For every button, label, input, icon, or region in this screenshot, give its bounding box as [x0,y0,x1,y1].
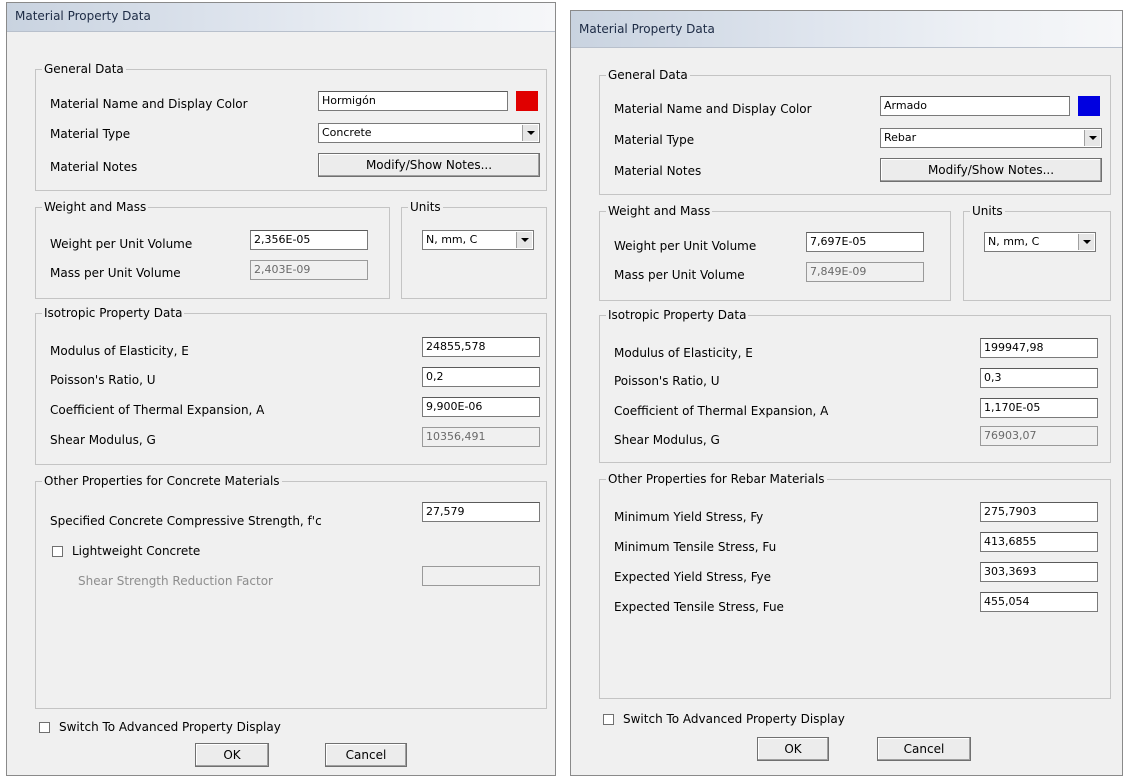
expected-yield-stress-field[interactable]: 303,3693 [980,562,1098,582]
other-properties-group: Other Properties for Rebar Materials Min… [599,472,1111,699]
weight-and-mass-group: Weight and Mass Weight per Unit Volume 7… [599,204,951,301]
general-data-heading: General Data [42,62,126,76]
lightweight-concrete-label: Lightweight Concrete [72,544,201,558]
isotropic-property-group: Isotropic Property Data Modulus of Elast… [599,308,1111,463]
material-type-label: Material Type [614,133,695,147]
expected-tensile-stress-field[interactable]: 455,054 [980,592,1098,612]
poissons-ratio-field[interactable]: 0,3 [980,368,1098,388]
material-type-label: Material Type [50,127,131,141]
display-color-swatch[interactable] [516,91,538,111]
cancel-button[interactable]: Cancel [877,737,971,761]
other-properties-group: Other Properties for Concrete Materials … [35,474,547,709]
poissons-ratio-label: Poisson's Ratio, U [614,374,720,388]
advanced-display-checkbox[interactable] [39,722,50,733]
units-group: Units N, mm, C [963,204,1111,301]
min-tensile-stress-label: Minimum Tensile Stress, Fu [614,540,777,554]
weight-per-unit-volume-label: Weight per Unit Volume [50,237,193,251]
min-tensile-stress-field[interactable]: 413,6855 [980,532,1098,552]
compressive-strength-field[interactable]: 27,579 [422,502,540,522]
weight-and-mass-heading: Weight and Mass [42,200,149,214]
weight-per-unit-volume-field[interactable]: 2,356E-05 [250,230,368,250]
units-group: Units N, mm, C [401,200,547,299]
modify-show-notes-button[interactable]: Modify/Show Notes... [318,153,540,177]
units-value: N, mm, C [426,233,478,246]
material-notes-label: Material Notes [50,160,138,174]
weight-per-unit-volume-label: Weight per Unit Volume [614,239,757,253]
shear-strength-reduction-field [422,566,540,586]
units-select[interactable]: N, mm, C [422,230,534,250]
material-name-label: Material Name and Display Color [50,97,248,111]
min-yield-stress-label: Minimum Yield Stress, Fy [614,510,764,524]
thermal-expansion-field[interactable]: 1,170E-05 [980,398,1098,418]
units-heading: Units [970,204,1005,218]
material-type-select[interactable]: Concrete [318,123,540,143]
thermal-expansion-label: Coefficient of Thermal Expansion, A [50,403,265,417]
isotropic-property-group: Isotropic Property Data Modulus of Elast… [35,306,547,465]
general-data-group: General Data Material Name and Display C… [599,68,1111,195]
material-dialog-rebar: Material Property Data General Data Mate… [570,10,1123,776]
display-color-swatch[interactable] [1078,96,1100,116]
material-type-value: Concrete [322,126,372,139]
material-type-select[interactable]: Rebar [880,128,1102,148]
ok-button[interactable]: OK [757,737,829,761]
weight-and-mass-heading: Weight and Mass [606,204,713,218]
isotropic-property-heading: Isotropic Property Data [606,308,749,322]
window-title: Material Property Data [15,9,151,23]
window-title: Material Property Data [579,22,715,36]
advanced-display-label: Switch To Advanced Property Display [623,712,845,726]
min-yield-stress-field[interactable]: 275,7903 [980,502,1098,522]
mass-per-unit-volume-label: Mass per Unit Volume [614,268,745,282]
units-heading: Units [408,200,443,214]
expected-tensile-stress-label: Expected Tensile Stress, Fue [614,600,784,614]
advanced-display-label: Switch To Advanced Property Display [59,720,281,734]
modulus-of-elasticity-label: Modulus of Elasticity, E [614,346,753,360]
shear-modulus-label: Shear Modulus, G [614,433,720,447]
chevron-down-icon[interactable] [516,232,532,248]
shear-modulus-field: 76903,07 [980,426,1098,446]
modify-show-notes-button[interactable]: Modify/Show Notes... [880,158,1102,182]
weight-and-mass-group: Weight and Mass Weight per Unit Volume 2… [35,200,390,299]
chevron-down-icon[interactable] [1078,234,1094,250]
general-data-group: General Data Material Name and Display C… [35,62,547,191]
material-name-label: Material Name and Display Color [614,102,812,116]
chevron-down-icon[interactable] [522,125,538,141]
material-type-value: Rebar [884,131,917,144]
modulus-of-elasticity-field[interactable]: 199947,98 [980,338,1098,358]
title-bar[interactable]: Material Property Data [7,3,555,32]
cancel-button[interactable]: Cancel [325,743,407,767]
modulus-of-elasticity-field[interactable]: 24855,578 [422,337,540,357]
mass-per-unit-volume-field: 7,849E-09 [806,262,924,282]
isotropic-property-heading: Isotropic Property Data [42,306,185,320]
material-name-field[interactable]: Armado [880,96,1070,116]
expected-yield-stress-label: Expected Yield Stress, Fye [614,570,771,584]
units-value: N, mm, C [988,235,1040,248]
other-properties-heading: Other Properties for Concrete Materials [42,474,282,488]
modulus-of-elasticity-label: Modulus of Elasticity, E [50,344,189,358]
lightweight-concrete-checkbox[interactable] [52,546,63,557]
material-name-field[interactable]: Hormigón [318,91,508,111]
ok-button[interactable]: OK [195,743,269,767]
units-select[interactable]: N, mm, C [984,232,1096,252]
material-notes-label: Material Notes [614,164,702,178]
advanced-display-checkbox[interactable] [603,714,614,725]
title-bar[interactable]: Material Property Data [571,11,1122,48]
thermal-expansion-label: Coefficient of Thermal Expansion, A [614,404,829,418]
mass-per-unit-volume-field: 2,403E-09 [250,260,368,280]
other-properties-heading: Other Properties for Rebar Materials [606,472,827,486]
shear-modulus-label: Shear Modulus, G [50,433,156,447]
shear-modulus-field: 10356,491 [422,427,540,447]
mass-per-unit-volume-label: Mass per Unit Volume [50,266,181,280]
poissons-ratio-field[interactable]: 0,2 [422,367,540,387]
poissons-ratio-label: Poisson's Ratio, U [50,373,156,387]
general-data-heading: General Data [606,68,690,82]
chevron-down-icon[interactable] [1084,130,1100,146]
compressive-strength-label: Specified Concrete Compressive Strength,… [50,514,322,528]
thermal-expansion-field[interactable]: 9,900E-06 [422,397,540,417]
shear-strength-reduction-label: Shear Strength Reduction Factor [78,574,273,588]
weight-per-unit-volume-field[interactable]: 7,697E-05 [806,232,924,252]
material-dialog-concrete: Material Property Data General Data Mate… [6,2,556,776]
